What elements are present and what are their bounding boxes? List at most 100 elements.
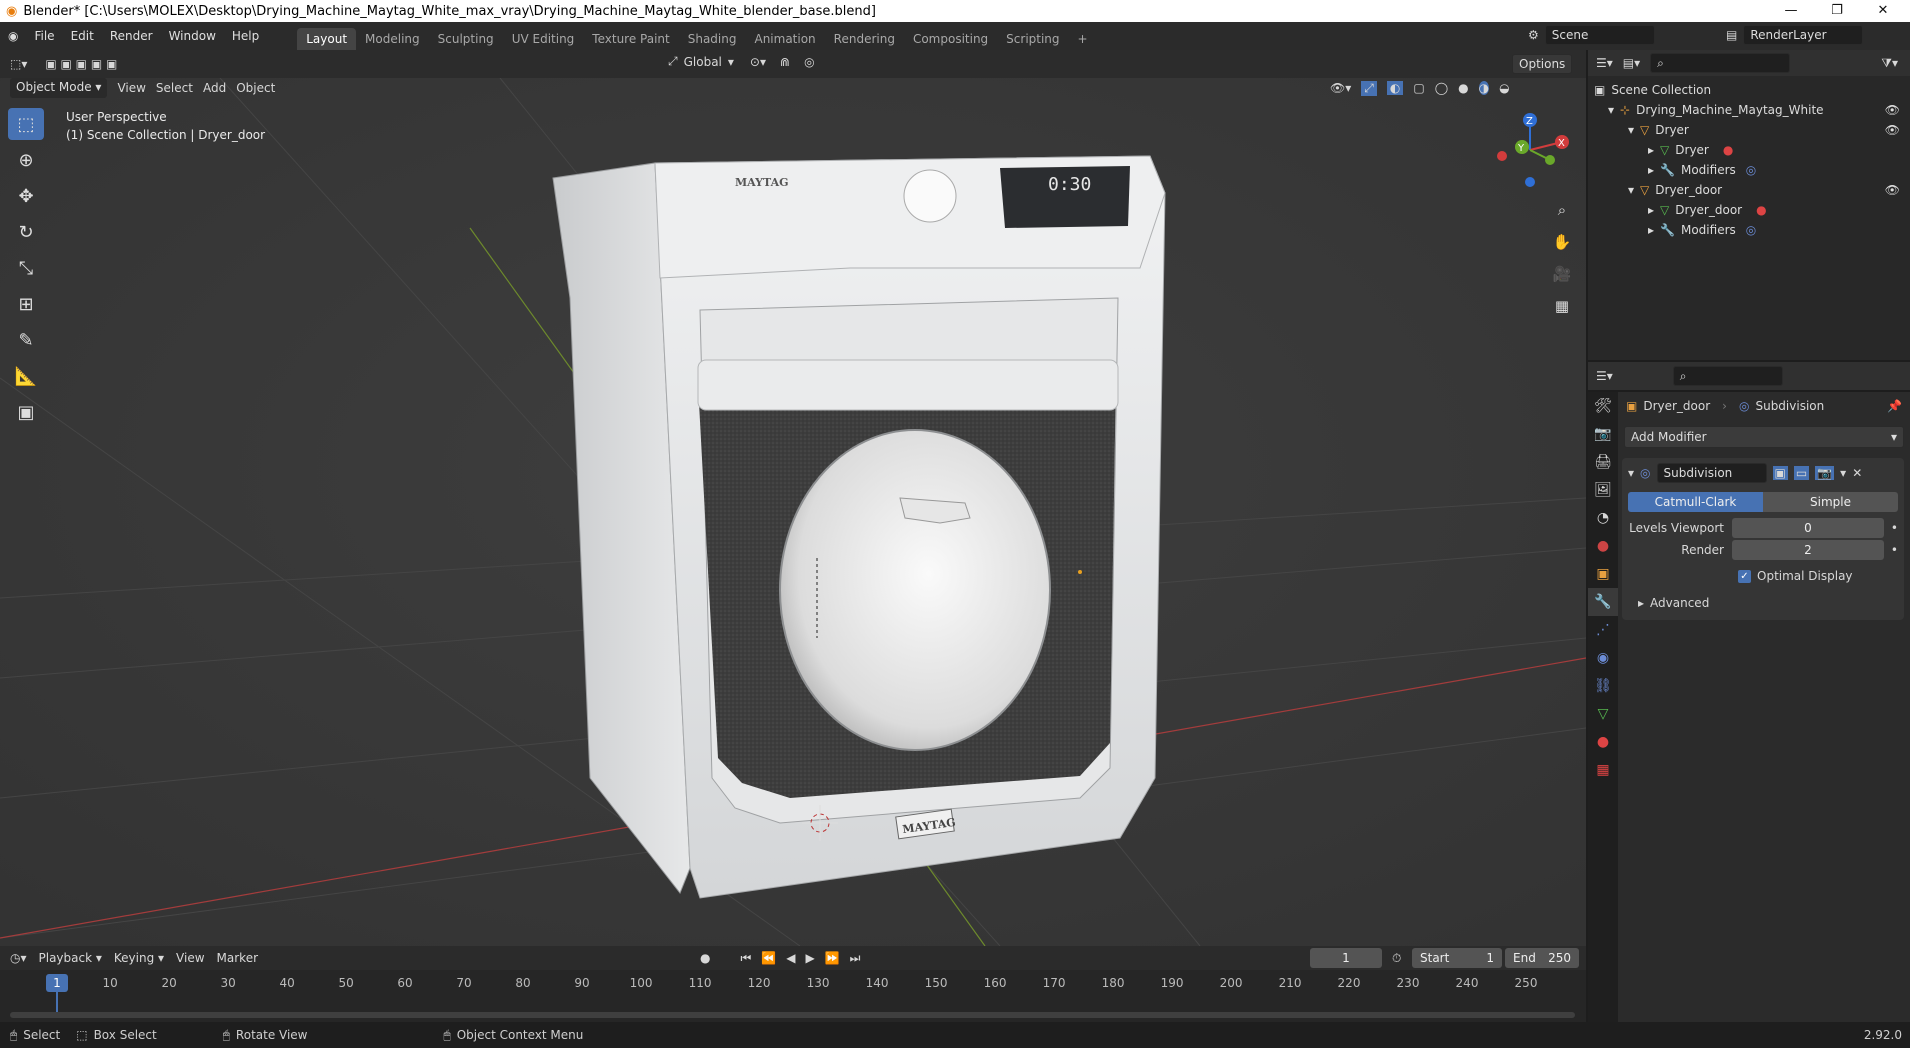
optimal-display-checkbox[interactable]: ✓: [1738, 569, 1751, 583]
snap-magnet-icon[interactable]: ⋒: [780, 55, 790, 69]
options-button[interactable]: Options: [1512, 54, 1573, 74]
render-toggle-icon[interactable]: 📷: [1815, 466, 1835, 480]
keyframe-dot-icon[interactable]: •: [1884, 543, 1898, 557]
collapse-arrow-icon[interactable]: ▸: [1648, 223, 1654, 237]
light-object[interactable]: [1078, 570, 1082, 574]
tab-animation[interactable]: Animation: [745, 28, 824, 50]
outliner-search-input[interactable]: ⌕: [1650, 53, 1791, 73]
collapse-arrow-icon[interactable]: ▸: [1638, 596, 1644, 610]
object-tab-icon[interactable]: ▣: [1588, 560, 1618, 588]
transform-orientation[interactable]: Global: [684, 55, 722, 69]
remove-modifier-icon[interactable]: ✕: [1852, 466, 1862, 480]
tab-catmull-clark[interactable]: Catmull-Clark: [1628, 492, 1763, 512]
timeline-ruler[interactable]: 1 10 20 30 40 50 60 70 80 90 100 110 120 130 140 150 160…: [0, 970, 1586, 1022]
shading-rendered-icon[interactable]: ◒: [1499, 81, 1509, 95]
shading-material-icon[interactable]: ◑: [1478, 81, 1490, 95]
menu-window[interactable]: Window: [161, 29, 224, 43]
editmode-toggle-icon[interactable]: ▣: [1772, 466, 1788, 480]
tool-tab-icon[interactable]: 🛠: [1588, 392, 1618, 420]
modifier-tab-icon[interactable]: 🔧: [1588, 588, 1618, 616]
camera-view-icon[interactable]: 🎥: [1550, 260, 1574, 288]
collapse-arrow-icon[interactable]: ▸: [1648, 143, 1654, 157]
modifier-name-input[interactable]: Subdivision: [1656, 463, 1767, 483]
visibility-icon[interactable]: 👁▾: [1330, 81, 1351, 95]
end-frame-field[interactable]: End 250: [1505, 948, 1579, 968]
blender-menu-icon[interactable]: ◉: [0, 29, 26, 43]
material-tab-icon[interactable]: ●: [1588, 728, 1618, 756]
eye-icon[interactable]: 👁: [1885, 183, 1900, 197]
scene-tab-icon[interactable]: ◔: [1588, 504, 1618, 532]
timeline-editor-icon[interactable]: ◷▾: [10, 951, 27, 965]
menu-select[interactable]: Select: [156, 81, 193, 95]
eye-icon[interactable]: 👁: [1885, 103, 1900, 117]
collapse-arrow-icon[interactable]: ▸: [1648, 203, 1654, 217]
jump-start-icon[interactable]: ⏮: [740, 951, 751, 966]
tab-compositing[interactable]: Compositing: [904, 28, 997, 50]
menu-file[interactable]: File: [26, 29, 62, 43]
tab-rendering[interactable]: Rendering: [825, 28, 904, 50]
play-icon[interactable]: ▶: [805, 951, 814, 965]
add-workspace-icon[interactable]: +: [1069, 28, 1097, 50]
modifier-menu-icon[interactable]: ▾: [1840, 466, 1846, 480]
measure-tool-icon[interactable]: 📐: [8, 360, 44, 392]
shading-solid-icon[interactable]: ●: [1458, 81, 1468, 95]
filter-icon[interactable]: ⧩▾: [1881, 56, 1898, 71]
render-tab-icon[interactable]: 📷: [1588, 420, 1618, 448]
control-knob[interactable]: [903, 169, 957, 223]
prev-keyframe-icon[interactable]: ⏪: [761, 951, 776, 965]
proportional-edit-icon[interactable]: ◎: [804, 55, 814, 69]
render-levels-field[interactable]: 2: [1732, 540, 1884, 560]
properties-editor-icon[interactable]: ☰▾: [1596, 369, 1613, 383]
3d-viewport[interactable]: 0:30 MAYTAG MAYTAG ⬚ ⊕ ✥ ↻ ⤡ ⊞ ✎ 📐 ▣ Use…: [0, 78, 1586, 946]
menu-help[interactable]: Help: [224, 29, 267, 43]
chevron-down-icon[interactable]: ▾: [728, 55, 734, 69]
expand-arrow-icon[interactable]: ▾: [1608, 103, 1614, 117]
texture-tab-icon[interactable]: ▦: [1588, 756, 1618, 784]
menu-render[interactable]: Render: [102, 29, 161, 43]
add-cube-tool-icon[interactable]: ▣: [8, 396, 44, 428]
outliner-item-dryer-door[interactable]: ▾ ▽ Dryer_door 👁: [1594, 180, 1910, 200]
transform-tool-icon[interactable]: ⊞: [8, 288, 44, 320]
tab-shading[interactable]: Shading: [679, 28, 746, 50]
tab-modeling[interactable]: Modeling: [356, 28, 429, 50]
dryer-model[interactable]: 0:30 MAYTAG MAYTAG: [552, 155, 1166, 899]
menu-object[interactable]: Object: [236, 81, 275, 95]
menu-marker[interactable]: Marker: [217, 951, 258, 965]
output-tab-icon[interactable]: 🖨: [1588, 448, 1618, 476]
eye-icon[interactable]: 👁: [1885, 123, 1900, 137]
select-box-tool-icon[interactable]: ⬚: [8, 108, 44, 140]
data-tab-icon[interactable]: ▽: [1588, 700, 1618, 728]
pan-hand-icon[interactable]: ✋: [1550, 228, 1574, 256]
play-reverse-icon[interactable]: ◀: [786, 951, 795, 965]
collapse-arrow-icon[interactable]: ▸: [1648, 163, 1654, 177]
overlay-toggle-icon[interactable]: ◐: [1386, 81, 1404, 95]
menu-timeline-view[interactable]: View: [176, 951, 204, 965]
menu-edit[interactable]: Edit: [63, 29, 102, 43]
restore-icon[interactable]: ❐: [1814, 0, 1860, 22]
door-handle[interactable]: [697, 359, 1119, 411]
tab-scripting[interactable]: Scripting: [997, 28, 1068, 50]
display-mode-icon[interactable]: ▤▾: [1623, 56, 1640, 70]
timeline-scrollbar[interactable]: [10, 1012, 1575, 1018]
current-frame-field[interactable]: 1: [1310, 948, 1382, 968]
close-window-icon[interactable]: ✕: [1860, 0, 1906, 22]
view-layer-tab-icon[interactable]: 🖼: [1588, 476, 1618, 504]
menu-add[interactable]: Add: [203, 81, 226, 95]
viewport-toggle-icon[interactable]: ▭: [1793, 466, 1810, 480]
scene-selector[interactable]: ⚙ Scene: [1528, 25, 1655, 45]
physics-tab-icon[interactable]: ◉: [1588, 644, 1618, 672]
add-modifier-dropdown[interactable]: Add Modifier ▾: [1624, 426, 1904, 448]
menu-playback[interactable]: Playback ▾: [39, 951, 102, 965]
properties-search-input[interactable]: ⌕: [1672, 366, 1783, 386]
menu-view[interactable]: View: [117, 81, 145, 95]
constraints-tab-icon[interactable]: ⛓: [1588, 672, 1618, 700]
outliner-item-drying-machine[interactable]: ▾ ⊹ Drying_Machine_Maytag_White 👁: [1594, 100, 1910, 120]
renderlayer-name[interactable]: RenderLayer: [1743, 25, 1864, 45]
tab-texture-paint[interactable]: Texture Paint: [583, 28, 678, 50]
shading-wireframe-icon[interactable]: ◯: [1435, 81, 1448, 95]
particles-tab-icon[interactable]: ⋰: [1588, 616, 1618, 644]
advanced-subpanel[interactable]: ▸ Advanced: [1628, 594, 1898, 612]
annotate-tool-icon[interactable]: ✎: [8, 324, 44, 356]
navigation-gizmo[interactable]: Z X Y: [1490, 110, 1570, 190]
expand-arrow-icon[interactable]: ▾: [1628, 183, 1634, 197]
